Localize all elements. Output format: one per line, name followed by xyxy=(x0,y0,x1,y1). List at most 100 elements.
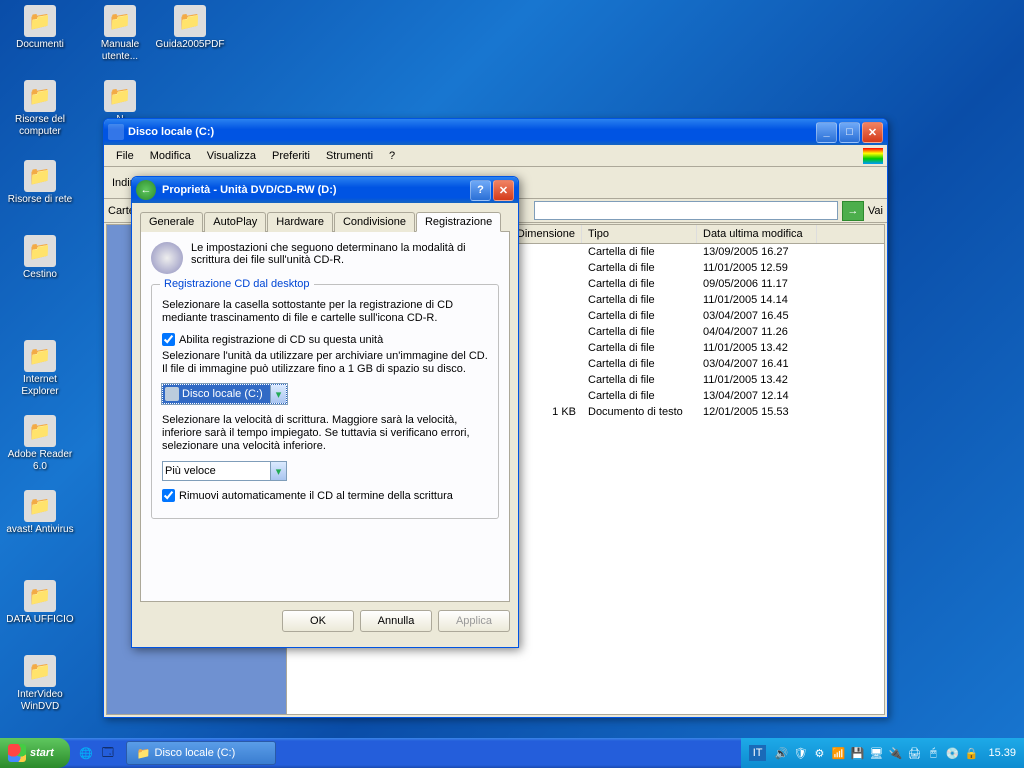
menu-favorites[interactable]: Preferiti xyxy=(264,148,318,164)
close-button[interactable]: ✕ xyxy=(862,122,883,143)
desktop-icon[interactable]: 📁InterVideo WinDVD xyxy=(5,655,75,713)
ie-icon[interactable]: 🌐 xyxy=(76,742,96,764)
system-tray: IT 🔊 🛡 ⚙ 📶 💾 🖥 🔌 🖨 🖱 💿 🔒 15.39 xyxy=(741,738,1024,768)
tray-icon[interactable]: 💿 xyxy=(944,745,960,761)
enable-recording-checkbox[interactable]: Abilita registrazione di CD su questa un… xyxy=(162,333,488,346)
tab-generale[interactable]: Generale xyxy=(140,212,203,232)
tray-icon[interactable]: ⚙ xyxy=(811,745,827,761)
app-icon: 📁 xyxy=(24,235,56,267)
chevron-down-icon[interactable] xyxy=(270,462,286,480)
desktop-icon[interactable]: 📁Manuale utente... xyxy=(85,5,155,63)
tray-icon[interactable]: 🖱 xyxy=(925,745,941,761)
cell-date: 03/04/2007 16.41 xyxy=(697,357,817,371)
app-icon: 📁 xyxy=(24,490,56,522)
icon-label: InterVideo WinDVD xyxy=(5,689,75,713)
instruction-3: Selezionare la velocità di scrittura. Ma… xyxy=(162,414,488,453)
cancel-button[interactable]: Annulla xyxy=(360,610,432,632)
go-label: Vai xyxy=(868,205,883,217)
app-icon: 📁 xyxy=(24,80,56,112)
app-icon: 📁 xyxy=(104,80,136,112)
icon-label: Internet Explorer xyxy=(5,374,75,398)
back-button[interactable]: ← xyxy=(136,180,156,200)
cell-date: 09/05/2006 11.17 xyxy=(697,277,817,291)
windows-logo-icon xyxy=(8,744,26,762)
ok-button[interactable]: OK xyxy=(282,610,354,632)
write-speed-combo[interactable]: Più veloce xyxy=(162,461,287,481)
tray-icon[interactable]: 🔒 xyxy=(963,745,979,761)
desktop-icon[interactable]: 📁Risorse di rete xyxy=(5,160,75,206)
cell-type: Cartella di file xyxy=(582,389,697,403)
desktop-icon[interactable]: 📁avast! Antivirus xyxy=(5,490,75,536)
address-input[interactable] xyxy=(534,201,838,220)
desktop-icon[interactable]: 📁 Cestino xyxy=(5,235,75,281)
go-button[interactable]: → xyxy=(842,201,864,221)
tray-icon[interactable]: 🔌 xyxy=(887,745,903,761)
staging-drive-combo[interactable]: Disco locale (C:) xyxy=(162,384,287,404)
folder-icon: 📁 xyxy=(137,747,151,760)
col-type[interactable]: Tipo xyxy=(582,225,697,243)
menu-edit[interactable]: Modifica xyxy=(142,148,199,164)
desktop-icon[interactable]: 📁Risorse del computer xyxy=(5,80,75,138)
menu-help[interactable]: ? xyxy=(381,148,403,164)
menu-view[interactable]: Visualizza xyxy=(199,148,264,164)
tab-autoplay[interactable]: AutoPlay xyxy=(204,212,266,232)
help-button[interactable]: ? xyxy=(470,180,491,201)
cell-type: Cartella di file xyxy=(582,357,697,371)
cell-date: 11/01/2005 12.59 xyxy=(697,261,817,275)
desktop-icon[interactable]: 📁Guida2005PDF xyxy=(155,5,225,51)
tray-icon[interactable]: 🛡 xyxy=(792,745,808,761)
language-indicator[interactable]: IT xyxy=(749,745,767,761)
enable-recording-input[interactable] xyxy=(162,333,175,346)
col-date[interactable]: Data ultima modifica xyxy=(697,225,817,243)
menu-file[interactable]: File xyxy=(108,148,142,164)
tray-icon[interactable]: 💾 xyxy=(849,745,865,761)
desktop-icon[interactable]: 📁Internet Explorer xyxy=(5,340,75,398)
start-button[interactable]: start xyxy=(0,738,70,768)
icon-label: Risorse di rete xyxy=(5,194,75,206)
cell-date: 12/01/2005 15.53 xyxy=(697,405,817,419)
cd-icon xyxy=(151,242,183,274)
enable-recording-label: Abilita registrazione di CD su questa un… xyxy=(179,334,383,346)
menu-tools[interactable]: Strumenti xyxy=(318,148,381,164)
app-icon: 📁 xyxy=(24,5,56,37)
cell-date: 13/04/2007 12.14 xyxy=(697,389,817,403)
auto-eject-checkbox[interactable]: Rimuovi automaticamente il CD al termine… xyxy=(162,489,488,502)
desktop-icon[interactable]: 📁Documenti xyxy=(5,5,75,51)
recording-groupbox: Registrazione CD dal desktop Selezionare… xyxy=(151,284,499,519)
auto-eject-input[interactable] xyxy=(162,489,175,502)
explorer-titlebar[interactable]: Disco locale (C:) _ □ ✕ xyxy=(104,119,887,145)
maximize-button[interactable]: □ xyxy=(839,122,860,143)
tab-registrazione[interactable]: Registrazione xyxy=(416,212,501,232)
cell-date: 11/01/2005 13.42 xyxy=(697,373,817,387)
cell-type: Cartella di file xyxy=(582,341,697,355)
tab-condivisione[interactable]: Condivisione xyxy=(334,212,415,232)
chevron-down-icon[interactable] xyxy=(270,385,286,403)
cell-type: Cartella di file xyxy=(582,245,697,259)
icon-label: Manuale utente... xyxy=(85,39,155,63)
cell-type: Cartella di file xyxy=(582,293,697,307)
cell-date: 13/09/2005 16.27 xyxy=(697,245,817,259)
icon-label: Cestino xyxy=(5,269,75,281)
cell-date: 11/01/2005 13.42 xyxy=(697,341,817,355)
instruction-2: Selezionare l'unità da utilizzare per ar… xyxy=(162,350,488,376)
tray-icon[interactable]: 🔊 xyxy=(773,745,789,761)
icon-label: Guida2005PDF xyxy=(155,39,225,51)
props-close-button[interactable]: ✕ xyxy=(493,180,514,201)
tray-icon[interactable]: 🖥 xyxy=(868,745,884,761)
tab-hardware[interactable]: Hardware xyxy=(267,212,333,232)
cell-date: 04/04/2007 11.26 xyxy=(697,325,817,339)
clock[interactable]: 15.39 xyxy=(988,747,1016,759)
tray-icon[interactable]: 🖨 xyxy=(906,745,922,761)
taskbar-task-explorer[interactable]: 📁 Disco locale (C:) xyxy=(126,741,276,765)
app-icon: 📁 xyxy=(24,340,56,372)
show-desktop-icon[interactable]: 🗔 xyxy=(98,742,118,764)
tab-pane-registrazione: Le impostazioni che seguono determinano … xyxy=(140,232,510,602)
tray-icon[interactable]: 📶 xyxy=(830,745,846,761)
desktop-icon[interactable]: 📁Adobe Reader 6.0 xyxy=(5,415,75,473)
props-titlebar[interactable]: ← Proprietà - Unità DVD/CD-RW (D:) ? ✕ xyxy=(132,177,518,203)
minimize-button[interactable]: _ xyxy=(816,122,837,143)
app-icon: 📁 xyxy=(104,5,136,37)
cell-type: Cartella di file xyxy=(582,309,697,323)
icon-label: Risorse del computer xyxy=(5,114,75,138)
desktop-icon[interactable]: 📁DATA UFFICIO xyxy=(5,580,75,626)
